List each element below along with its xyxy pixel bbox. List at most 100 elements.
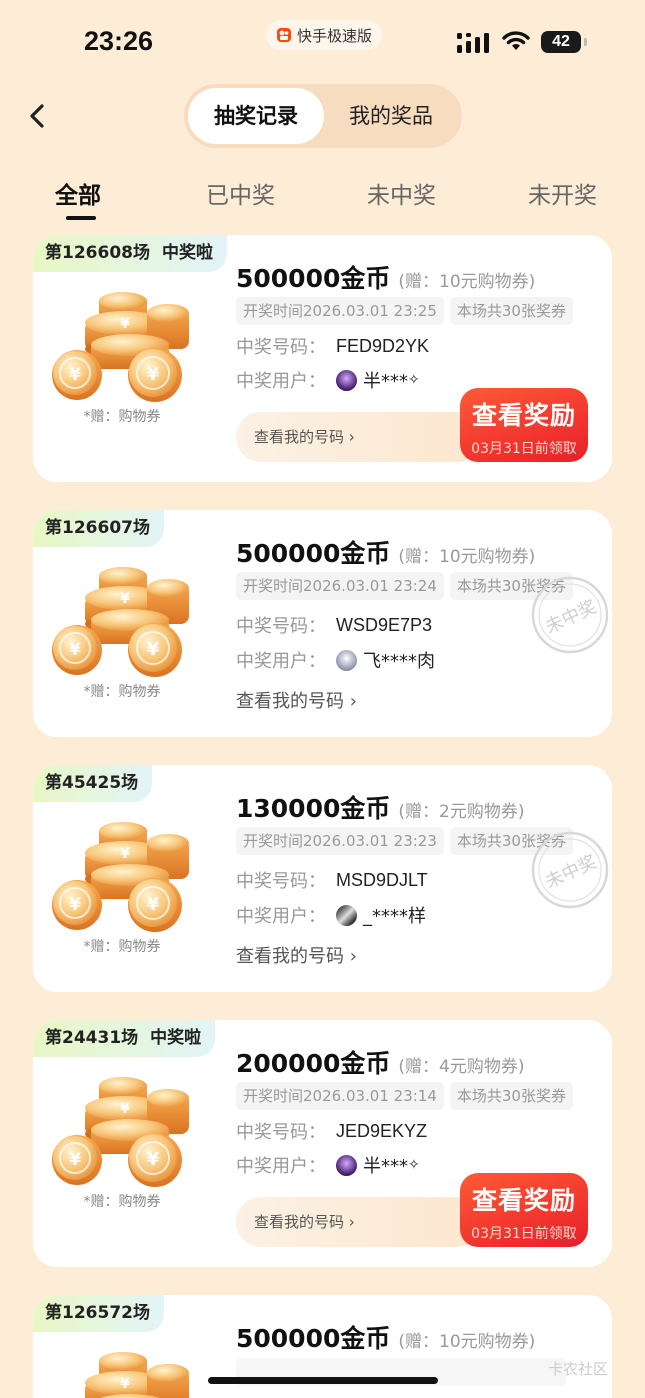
winning-code-row: 中奖号码： MSD9DJLT bbox=[236, 867, 428, 893]
gift-note: (赠：10元购物券) bbox=[398, 547, 536, 567]
session-number: 第126608场 bbox=[45, 243, 150, 263]
prize-title: 200000金币 (赠：4元购物券) bbox=[236, 1044, 524, 1080]
record-prize-toggle: 抽奖记录 我的奖品 bbox=[184, 84, 462, 148]
info-tags: 开奖时间2026.03.01 23:25 本场共30张奖券 bbox=[236, 297, 579, 325]
tab-my-prizes[interactable]: 我的奖品 bbox=[326, 88, 456, 144]
gift-caption: *赠：购物券 bbox=[83, 939, 161, 955]
stamp-text: 未中奖 bbox=[542, 851, 600, 893]
winning-code: WSD9E7P3 bbox=[336, 614, 433, 635]
prize-title: 130000金币 (赠：2元购物券) bbox=[236, 789, 524, 825]
winning-code: JED9EKYZ bbox=[336, 1120, 428, 1141]
coin-amount: 500000金币 bbox=[236, 264, 391, 293]
gift-note: (赠：2元购物券) bbox=[398, 802, 525, 822]
avatar bbox=[336, 904, 357, 926]
prize-title: 500000金币 (赠：10元购物券) bbox=[236, 534, 535, 570]
session-badge: 第126608场 中奖啦 bbox=[33, 235, 227, 272]
tab-lottery-records[interactable]: 抽奖记录 bbox=[188, 88, 324, 144]
claim-deadline: 03月31日前领取 bbox=[471, 441, 577, 457]
winner-label: 中奖用户： bbox=[236, 1156, 326, 1177]
app-indicator: 快手极速版 bbox=[266, 20, 383, 50]
battery-tip bbox=[584, 38, 587, 46]
winning-code-label: 中奖号码： bbox=[236, 871, 326, 892]
view-my-numbers-button[interactable]: 查看我的号码 › bbox=[236, 412, 482, 462]
session-number: 第45425场 bbox=[45, 773, 139, 793]
gift-note: (赠：10元购物券) bbox=[398, 1332, 536, 1352]
filter-lost[interactable]: 未中奖 bbox=[367, 176, 436, 210]
prize-title: 500000金币 (赠：10元购物券) bbox=[236, 259, 535, 295]
app-name: 快手极速版 bbox=[297, 26, 373, 45]
gold-coins-icon bbox=[51, 1351, 190, 1398]
lottery-record-card[interactable]: 第126607场 *赠：购物券 500000金币 (赠：10元购物券) 开奖时间2… bbox=[33, 510, 612, 737]
session-badge: 第24431场 中奖啦 bbox=[33, 1020, 216, 1057]
info-tags: 开奖时间2026.03.01 23:24 本场共30张奖券 bbox=[236, 572, 579, 600]
gold-coins-icon bbox=[51, 291, 190, 403]
winning-code: FED9D2YK bbox=[336, 335, 430, 356]
winner-label: 中奖用户： bbox=[236, 371, 326, 392]
ticket-count-tag: 本场共30张奖券 bbox=[449, 1082, 573, 1110]
view-reward-button[interactable]: 查看奖励 03月31日前领取 bbox=[460, 1173, 588, 1247]
view-reward-label: 查看奖励 bbox=[471, 401, 576, 430]
winner-label: 中奖用户： bbox=[236, 651, 326, 672]
winner-name: _****样 bbox=[363, 906, 426, 927]
view-my-numbers-link[interactable]: 查看我的号码 › bbox=[236, 942, 357, 968]
filter-pending[interactable]: 未开奖 bbox=[528, 176, 597, 210]
lottery-record-card[interactable]: 第24431场 中奖啦 *赠：购物券 200000金币 (赠：4元购物券) 开奖时间… bbox=[33, 1020, 612, 1267]
winning-code-row: 中奖号码： JED9EKYZ bbox=[236, 1118, 427, 1144]
clock: 23:26 bbox=[84, 26, 154, 56]
winner-row: 中奖用户： 飞****肉 bbox=[236, 647, 435, 673]
draw-time-tag: 开奖时间2026.03.01 23:14 bbox=[236, 1082, 444, 1110]
win-label: 中奖啦 bbox=[161, 243, 213, 263]
winner-row: 中奖用户： 半*** ✧ bbox=[236, 367, 420, 393]
winning-code-label: 中奖号码： bbox=[236, 337, 326, 358]
winning-code-row: 中奖号码： WSD9E7P3 bbox=[236, 612, 432, 638]
winner-name: 半*** bbox=[363, 1156, 408, 1177]
view-my-numbers-button[interactable]: 查看我的号码 › bbox=[236, 1197, 482, 1247]
info-tags: 开奖时间2026.03.01 23:14 本场共30张奖券 bbox=[236, 1082, 579, 1110]
session-badge: 第45425场 bbox=[33, 765, 153, 802]
avatar bbox=[336, 1154, 357, 1176]
winner-row: 中奖用户： _****样 bbox=[236, 902, 426, 928]
view-reward-label: 查看奖励 bbox=[471, 1186, 576, 1215]
gift-note: (赠：4元购物券) bbox=[398, 1057, 525, 1077]
lottery-record-card[interactable]: 第126608场 中奖啦 *赠：购物券 500000金币 (赠：10元购物券) 开奖… bbox=[33, 235, 612, 482]
battery-indicator: 42 bbox=[541, 31, 581, 53]
prize-title: 500000金币 (赠：10元购物券) bbox=[236, 1319, 535, 1355]
watermark: 卡农社区 bbox=[548, 1360, 609, 1378]
view-my-numbers-link[interactable]: 查看我的号码 › bbox=[236, 687, 357, 713]
gold-coins-icon bbox=[51, 566, 190, 678]
session-number: 第126572场 bbox=[45, 1303, 150, 1323]
gift-caption: *赠：购物券 bbox=[83, 409, 161, 425]
filter-won[interactable]: 已中奖 bbox=[206, 176, 275, 210]
back-arrow-icon[interactable] bbox=[24, 100, 52, 132]
status-filter-bar: 全部 已中奖 未中奖 未开奖 bbox=[0, 170, 645, 220]
active-filter-indicator bbox=[66, 216, 96, 220]
filter-all[interactable]: 全部 bbox=[55, 176, 101, 210]
avatar bbox=[336, 369, 357, 391]
win-label: 中奖啦 bbox=[150, 1028, 202, 1048]
view-reward-button[interactable]: 查看奖励 03月31日前领取 bbox=[460, 388, 588, 462]
lottery-record-card[interactable]: 第45425场 *赠：购物券 130000金币 (赠：2元购物券) 开奖时间202… bbox=[33, 765, 612, 992]
winning-code-label: 中奖号码： bbox=[236, 616, 326, 637]
coin-amount: 130000金币 bbox=[236, 794, 391, 823]
wifi-icon bbox=[502, 31, 530, 50]
kuaishou-logo-icon bbox=[277, 28, 291, 42]
coin-amount: 500000金币 bbox=[236, 539, 391, 568]
gift-caption: *赠：购物券 bbox=[83, 1194, 161, 1210]
gift-note: (赠：10元购物券) bbox=[398, 272, 536, 292]
session-number: 第24431场 bbox=[45, 1028, 139, 1048]
cellular-signal-icon bbox=[457, 33, 489, 53]
home-indicator[interactable] bbox=[208, 1377, 438, 1384]
coin-amount: 200000金币 bbox=[236, 1049, 391, 1078]
session-badge: 第126607场 bbox=[33, 510, 164, 547]
info-tags: 开奖时间2026.03.01 23:23 本场共30张奖券 bbox=[236, 827, 579, 855]
draw-time-tag: 开奖时间2026.03.01 23:24 bbox=[236, 572, 444, 600]
winning-code-label: 中奖号码： bbox=[236, 1122, 326, 1143]
not-won-stamp-icon: 未中奖 bbox=[531, 831, 609, 909]
session-number: 第126607场 bbox=[45, 518, 150, 538]
ticket-count-tag: 本场共30张奖券 bbox=[449, 297, 573, 325]
winner-row: 中奖用户： 半*** ✧ bbox=[236, 1152, 420, 1178]
gold-coins-icon bbox=[51, 1076, 190, 1188]
status-bar: 23:26 快手极速版 42 bbox=[0, 0, 645, 80]
winner-name: 半*** bbox=[363, 371, 408, 392]
winning-code-row: 中奖号码： FED9D2YK bbox=[236, 333, 429, 359]
